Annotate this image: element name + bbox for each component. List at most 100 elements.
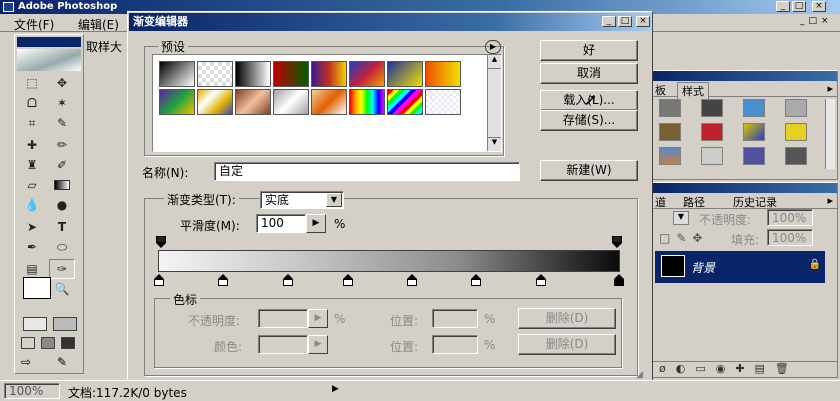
standard-mode-icon[interactable] — [23, 317, 47, 331]
brush-icon[interactable]: ✏ — [49, 135, 75, 155]
opacity-stop-right[interactable] — [612, 236, 622, 248]
delete-opacity-stop-button[interactable]: 删除(D) — [518, 308, 616, 329]
layer-row[interactable]: 背景 🔒 — [655, 251, 825, 283]
history-brush-icon[interactable]: ✐ — [49, 155, 75, 175]
style-swatch[interactable] — [701, 99, 723, 117]
zoom-field[interactable]: 100% — [4, 383, 60, 399]
gradient-preset-swatch[interactable] — [235, 89, 271, 115]
tab-channels[interactable]: 道 — [655, 194, 666, 210]
layers-footer-icons[interactable]: ø◐▭◉✚▤🗑 — [653, 361, 837, 377]
type-icon[interactable]: T — [49, 217, 75, 237]
styles-scrollbar[interactable] — [825, 99, 835, 169]
presets-scrollbar[interactable]: ▲ ▼ — [487, 55, 501, 151]
color-stop-marker[interactable] — [282, 274, 293, 286]
gradient-preset-swatch[interactable] — [387, 61, 423, 87]
dialog-minimize-button[interactable]: _ — [602, 16, 616, 27]
pen-icon[interactable]: ✒ — [19, 237, 45, 257]
path-select-icon[interactable]: ➤ — [19, 217, 45, 237]
layer-opacity-field[interactable]: 100% — [767, 209, 813, 226]
shape-icon[interactable]: ⬭ — [49, 237, 75, 257]
smoothness-input[interactable]: 100 — [256, 214, 306, 233]
color-stop-marker[interactable] — [342, 274, 353, 286]
crop-icon[interactable]: ⌗ — [19, 113, 45, 133]
opacity-arrow-button[interactable]: ▶ — [308, 309, 328, 328]
gradient-preset-swatch[interactable] — [159, 61, 195, 87]
gradient-preset-swatch[interactable] — [349, 61, 385, 87]
marquee-icon[interactable]: ⬚ — [19, 73, 45, 93]
gradient-preview-bar[interactable] — [158, 250, 620, 272]
gradient-preset-swatch[interactable] — [425, 61, 461, 87]
layers-menu-icon[interactable]: ▸ — [827, 194, 833, 207]
notes-icon[interactable]: ▤ — [19, 259, 45, 279]
tab-swatches[interactable]: 板 — [655, 82, 666, 98]
gradient-icon[interactable] — [49, 175, 75, 195]
opacity-input[interactable] — [258, 309, 308, 328]
style-swatch[interactable] — [743, 147, 765, 165]
tab-styles[interactable]: 样式 — [677, 82, 709, 99]
style-swatch[interactable] — [701, 147, 723, 165]
color-stop-marker[interactable] — [471, 274, 482, 286]
menu-file[interactable]: 文件(F) — [14, 16, 54, 33]
screen-mode-2-icon[interactable] — [41, 337, 55, 349]
panel-menu-icon[interactable]: ▸ — [827, 82, 833, 95]
gradient-preset-swatch[interactable] — [235, 61, 271, 87]
style-swatch[interactable] — [659, 123, 681, 141]
color-location-input[interactable] — [432, 335, 478, 354]
gradient-preset-swatch[interactable] — [197, 61, 233, 87]
minimize-button[interactable]: _ — [776, 1, 790, 12]
blur-icon[interactable]: 💧 — [19, 195, 45, 215]
opacity-location-input[interactable] — [432, 309, 478, 328]
save-button[interactable]: 存储(S)... — [540, 110, 638, 131]
gradient-preset-swatch[interactable] — [197, 89, 233, 115]
screen-mode-3-icon[interactable] — [61, 337, 75, 349]
style-swatch[interactable] — [785, 123, 807, 141]
presets-menu-icon[interactable]: ▶ — [485, 40, 501, 54]
scroll-down-icon[interactable]: ▼ — [488, 137, 501, 151]
close-button[interactable]: × — [812, 1, 826, 12]
edit-tool-icon[interactable]: ✎ — [57, 355, 77, 369]
cancel-button[interactable]: 取消 — [540, 63, 638, 84]
style-swatch[interactable] — [785, 147, 807, 165]
opacity-stop-left[interactable] — [156, 236, 166, 248]
fill-field[interactable]: 100% — [767, 229, 813, 246]
style-swatch[interactable] — [701, 123, 723, 141]
gradient-preset-swatch[interactable] — [387, 89, 423, 115]
dialog-maximize-button[interactable]: □ — [618, 16, 632, 27]
gradient-preset-swatch[interactable] — [425, 89, 461, 115]
gradient-preset-swatch[interactable] — [273, 61, 309, 87]
foreground-color-swatch[interactable] — [23, 277, 51, 299]
color-arrow-button[interactable]: ▶ — [308, 335, 328, 354]
tab-history[interactable]: 历史记录 — [733, 194, 777, 210]
tab-paths[interactable]: 路径 — [683, 194, 705, 210]
eraser-icon[interactable]: ▱ — [19, 175, 45, 195]
name-input[interactable]: 自定 — [214, 162, 520, 181]
blend-mode-dropdown[interactable]: ▼ — [673, 211, 689, 225]
color-stop-marker[interactable] — [154, 274, 164, 286]
new-button[interactable]: 新建(W) — [540, 160, 638, 181]
style-swatch[interactable] — [743, 123, 765, 141]
quickmask-mode-icon[interactable] — [53, 317, 77, 331]
lasso-icon[interactable]: ᗝ — [19, 93, 45, 113]
gradient-preset-swatch[interactable] — [311, 61, 347, 87]
style-swatch[interactable] — [659, 99, 681, 117]
color-swatch-field[interactable] — [258, 335, 308, 354]
chevron-down-icon[interactable]: ▼ — [326, 193, 342, 207]
status-menu-arrow-icon[interactable]: ▶ — [332, 384, 339, 394]
delete-color-stop-button[interactable]: 删除(D) — [518, 334, 616, 355]
color-stop-marker[interactable] — [218, 274, 229, 286]
dialog-close-button[interactable]: × — [636, 16, 650, 27]
move-icon[interactable]: ✥ — [49, 73, 75, 93]
menu-edit[interactable]: 编辑(E) — [78, 16, 119, 33]
gradient-preset-swatch[interactable] — [273, 89, 309, 115]
jump-to-imageready-icon[interactable]: ⇨ — [21, 355, 47, 369]
style-swatch[interactable] — [743, 99, 765, 117]
slice-icon[interactable]: ✎ — [49, 113, 75, 133]
ok-button[interactable]: 好 — [540, 40, 638, 61]
magic-wand-icon[interactable]: ✶ — [49, 93, 75, 113]
gradient-preset-swatch[interactable] — [159, 89, 195, 115]
screen-mode-1-icon[interactable] — [21, 337, 35, 349]
dodge-icon[interactable]: ● — [49, 195, 75, 215]
color-stop-marker[interactable] — [614, 274, 624, 286]
smoothness-arrow-button[interactable]: ▶ — [306, 214, 326, 233]
lock-icons[interactable]: □✎✥ — [659, 231, 708, 245]
